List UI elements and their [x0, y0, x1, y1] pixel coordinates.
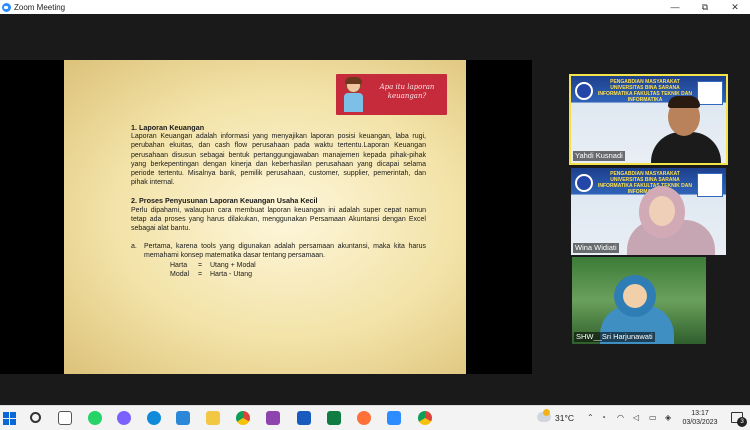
whatsapp-icon[interactable]: [88, 411, 102, 425]
presentation-slide: Apa itu laporan keuangan? 1. Laporan Keu…: [64, 60, 466, 374]
network-icon[interactable]: ◔: [601, 414, 606, 422]
participant-tile[interactable]: PENGABDIAN MASYARAKAT UNIVERSITAS BINA S…: [571, 168, 726, 255]
equation-lhs: Harta: [170, 261, 188, 269]
sponsor-logo: [697, 81, 723, 105]
clock-date: 03/03/2023: [682, 419, 718, 426]
weather-icon[interactable]: [537, 409, 551, 422]
excel-icon[interactable]: [327, 411, 341, 425]
close-button[interactable]: ✕: [720, 0, 750, 14]
zoom-app-icon: [2, 2, 11, 12]
participant-name: Yahdi Kusnadi: [573, 151, 625, 161]
participant-name: SHW__Sri Harjunawati: [574, 332, 655, 342]
battery-icon[interactable]: ▭: [649, 414, 657, 422]
window-title: Zoom Meeting: [14, 2, 66, 12]
thinking-person-illustration: [342, 77, 366, 112]
app-icon[interactable]: [117, 411, 131, 425]
virtual-background-banner: PENGABDIAN MASYARAKAT UNIVERSITAS BINA S…: [598, 171, 692, 195]
app-icon[interactable]: [266, 411, 280, 425]
chevron-up-icon[interactable]: ⌃: [587, 414, 594, 422]
list-marker: a.: [131, 243, 137, 251]
edge-browser-icon[interactable]: [147, 411, 161, 425]
equation-operator: =: [198, 261, 203, 269]
word-icon[interactable]: [297, 411, 311, 425]
university-logo: [575, 174, 593, 192]
section-title: 1. Laporan Keuangan: [131, 123, 205, 132]
file-explorer-icon[interactable]: [206, 411, 220, 425]
slide-content: 1. Laporan Keuangan Laporan Keuangan ada…: [131, 123, 426, 279]
badge-text: Apa itu laporan keuangan?: [379, 83, 435, 100]
section-title: 2. Proses Penyusunan Laporan Keuangan Us…: [131, 196, 318, 206]
windows-start-icon[interactable]: [3, 412, 16, 425]
maximize-button[interactable]: ⧉: [690, 0, 720, 14]
windows-taskbar: 31°C ⌃ ◔ ◠ ◁ ▭ ◈ 13:17 03/03/2023 3: [0, 405, 750, 430]
weather-temperature[interactable]: 31°C: [555, 413, 574, 423]
store-icon[interactable]: [176, 411, 190, 425]
search-icon[interactable]: [30, 412, 41, 423]
equation-row: Harta = Utang + Modal: [170, 261, 426, 270]
window-controls: — ⧉ ✕: [660, 0, 750, 14]
screen-share-view[interactable]: Apa itu laporan keuangan? 1. Laporan Keu…: [0, 60, 532, 374]
firefox-icon[interactable]: [357, 411, 371, 425]
participant-name: Wina Widiati: [573, 243, 619, 253]
list-item: a. Pertama, karena tools yang digunakan …: [131, 242, 426, 260]
task-view-icon[interactable]: [58, 411, 72, 425]
language-icon[interactable]: ◈: [665, 414, 671, 422]
university-logo: [575, 82, 593, 100]
notification-badge: 3: [737, 417, 747, 427]
equation-rhs: Utang + Modal: [210, 261, 256, 269]
section-paragraph: Laporan Keuangan adalah informasi yang m…: [131, 133, 426, 187]
participant-tile[interactable]: SHW__Sri Harjunawati: [572, 257, 706, 344]
list-item-text: Pertama, karena tools yang digunakan ada…: [144, 243, 426, 260]
section-paragraph: Perlu dipahami, walaupun cara membuat la…: [131, 206, 426, 233]
zoom-icon[interactable]: [387, 411, 401, 425]
wifi-icon[interactable]: ◠: [617, 414, 624, 422]
chrome-icon[interactable]: [236, 411, 250, 425]
chrome-icon[interactable]: [418, 411, 432, 425]
minimize-button[interactable]: —: [660, 0, 690, 14]
equation-operator: =: [198, 270, 203, 278]
participant-tile[interactable]: PENGABDIAN MASYARAKAT UNIVERSITAS BINA S…: [569, 74, 728, 165]
volume-icon[interactable]: ◁: [633, 414, 639, 422]
meeting-stage: Apa itu laporan keuangan? 1. Laporan Keu…: [0, 14, 750, 405]
slide-question-badge: Apa itu laporan keuangan?: [336, 74, 447, 115]
equation-lhs: Modal: [170, 270, 190, 278]
equation-row: Modal = Harta - Utang: [170, 270, 426, 279]
sponsor-logo: [697, 173, 723, 197]
equation-rhs: Harta - Utang: [210, 270, 253, 278]
clock-time: 13:17: [691, 410, 709, 417]
window-titlebar: Zoom Meeting — ⧉ ✕: [0, 0, 750, 14]
taskbar-clock[interactable]: 13:17 03/03/2023: [681, 409, 719, 427]
